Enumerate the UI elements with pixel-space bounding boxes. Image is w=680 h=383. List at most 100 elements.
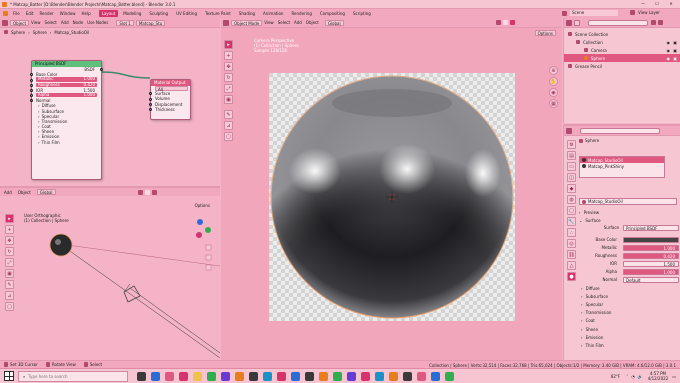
menu-item[interactable]: File [13, 11, 20, 16]
shading-material-icon[interactable] [502, 20, 508, 25]
outliner-item[interactable]: Collection ◉ ▣ [564, 38, 680, 46]
view-layer-name[interactable]: View Layer [638, 10, 660, 15]
bsdf-subpanel[interactable]: › Thin Film [32, 140, 101, 145]
zoom-icon[interactable]: ⊕ [549, 66, 558, 75]
weather-widget[interactable]: 82°F [611, 374, 620, 379]
material-slot[interactable]: Matcap_PinkShiny [580, 163, 664, 169]
outliner-item[interactable]: Camera ◉ ▣ [564, 46, 680, 54]
app-icon[interactable] [304, 371, 314, 381]
task-view-icon[interactable] [136, 371, 146, 381]
menu-item[interactable]: Render [39, 11, 53, 16]
menu-item[interactable]: Window [60, 11, 76, 16]
select-menu[interactable]: Select [278, 20, 290, 25]
app-icon[interactable] [360, 371, 370, 381]
input-socket[interactable] [149, 102, 152, 106]
tool-tab-icon[interactable]: ⚙ [567, 140, 576, 149]
preview-panel-header[interactable]: › Preview [579, 208, 679, 216]
property-field[interactable]: 1.000 [623, 269, 679, 275]
visibility-eye-icon[interactable]: ◉ [667, 48, 671, 53]
minimize-button[interactable]: — [636, 1, 650, 6]
constraints-tab-icon[interactable]: ⛓ [567, 250, 576, 259]
material-tab-icon[interactable]: ● [567, 272, 576, 281]
app-icon[interactable] [262, 371, 272, 381]
outliner-item[interactable]: Sphere ◉ ▣ [564, 54, 680, 62]
input-socket[interactable] [30, 88, 33, 92]
outliner-search-input[interactable] [588, 19, 648, 26]
output-tab-icon[interactable]: ▭ [567, 162, 576, 171]
workspace-tab[interactable]: Compositing [317, 10, 348, 17]
property-subpanel[interactable]: › Diffuse [579, 284, 679, 292]
edge-icon[interactable] [150, 371, 160, 381]
volume-icon[interactable]: 🔊 [638, 374, 643, 379]
maximize-button[interactable]: ☐ [650, 1, 664, 6]
input-socket[interactable] [149, 107, 152, 111]
app-icon[interactable] [416, 371, 426, 381]
particles-tab-icon[interactable]: ∴ [567, 228, 576, 237]
input-socket[interactable] [30, 83, 33, 87]
data-tab-icon[interactable]: △ [567, 261, 576, 270]
start-menu-icon[interactable] [4, 371, 14, 381]
app-icon[interactable] [206, 371, 216, 381]
object-tab-icon[interactable]: ▢ [567, 206, 576, 215]
workspace-tab[interactable]: UV Editing [173, 10, 200, 17]
workspace-tab[interactable]: Rendering [288, 10, 314, 17]
taskbar-search-box[interactable]: ⌕ Type here to search [18, 370, 128, 382]
input-socket[interactable] [30, 78, 33, 82]
workspace-tab[interactable]: Texture Paint [202, 10, 234, 17]
camera-view-icon[interactable]: ◉ [549, 88, 558, 97]
orientation-dropdown[interactable]: Global [324, 19, 344, 26]
scale-tool[interactable]: ⤢ [224, 84, 233, 93]
property-field[interactable]: 1.500 [623, 261, 679, 267]
material-output-node[interactable]: Material Output All Surface Volume Displac… [149, 79, 191, 120]
physics-tab-icon[interactable]: ◎ [567, 239, 576, 248]
scene-name[interactable]: Scene [570, 10, 618, 16]
property-field[interactable]: 1.000 [623, 245, 679, 251]
shading-solid-icon[interactable] [495, 20, 501, 25]
filter-icon[interactable] [651, 20, 656, 25]
property-subpanel[interactable]: › Sheen [579, 325, 679, 333]
app-icon[interactable] [388, 371, 398, 381]
file-explorer-icon[interactable] [192, 371, 202, 381]
editor-type-icon[interactable] [566, 127, 572, 134]
blender-icon[interactable] [234, 371, 244, 381]
render-tab-icon[interactable]: ▤ [567, 151, 576, 160]
cursor-tool[interactable]: + [224, 51, 233, 60]
view-layer-tab-icon[interactable]: ◫ [567, 173, 576, 182]
options-dropdown[interactable]: Options [534, 30, 556, 36]
principled-bsdf-node[interactable]: Principled BSDF BSDF Base Color Metallic 1… [30, 60, 103, 180]
app-icon[interactable] [220, 371, 230, 381]
app-icon[interactable] [276, 371, 286, 381]
app-icon[interactable] [318, 371, 328, 381]
app-icon[interactable] [346, 371, 356, 381]
scene-selector[interactable]: Scene [562, 10, 618, 16]
workspace-tab[interactable]: Scripting [350, 10, 374, 17]
notifications-icon[interactable]: ▭ [672, 374, 676, 379]
property-field[interactable]: 0.420 [623, 253, 679, 259]
app-icon[interactable] [374, 371, 384, 381]
property-field[interactable] [623, 237, 679, 243]
modifier-tab-icon[interactable]: 🔧 [567, 217, 576, 226]
property-subpanel[interactable]: › Transmission [579, 309, 679, 317]
property-subpanel[interactable]: › Coat [579, 317, 679, 325]
app-icon[interactable] [248, 371, 258, 381]
surface-panel-header[interactable]: ⌄ Surface [579, 216, 679, 224]
render-camera-icon[interactable]: ▣ [673, 40, 677, 45]
render-camera-icon[interactable]: ▣ [673, 48, 677, 53]
menu-item[interactable]: Help [81, 11, 90, 16]
perspective-toggle-icon[interactable]: ▦ [549, 99, 558, 108]
bsdf-value-field[interactable]: Alpha 1.000 [36, 92, 97, 98]
pan-icon[interactable]: ✋ [549, 77, 558, 86]
annotate-tool[interactable]: ✎ [224, 110, 233, 119]
render-camera-icon[interactable]: ▣ [673, 56, 677, 61]
object-menu[interactable]: Object [306, 20, 319, 25]
input-socket[interactable] [30, 99, 33, 103]
add-menu[interactable]: Add [294, 20, 302, 25]
transform-tool[interactable]: ▣ [224, 95, 233, 104]
app-icon[interactable] [290, 371, 300, 381]
shading-rendered-icon[interactable] [509, 20, 515, 25]
workspace-tab[interactable]: Layout [98, 10, 119, 17]
workspace-tab[interactable]: Modeling [120, 10, 144, 17]
app-icon[interactable] [430, 371, 440, 381]
view-menu[interactable]: View [264, 20, 274, 25]
material-name-field[interactable]: Matcap_StudioOil [588, 199, 623, 204]
